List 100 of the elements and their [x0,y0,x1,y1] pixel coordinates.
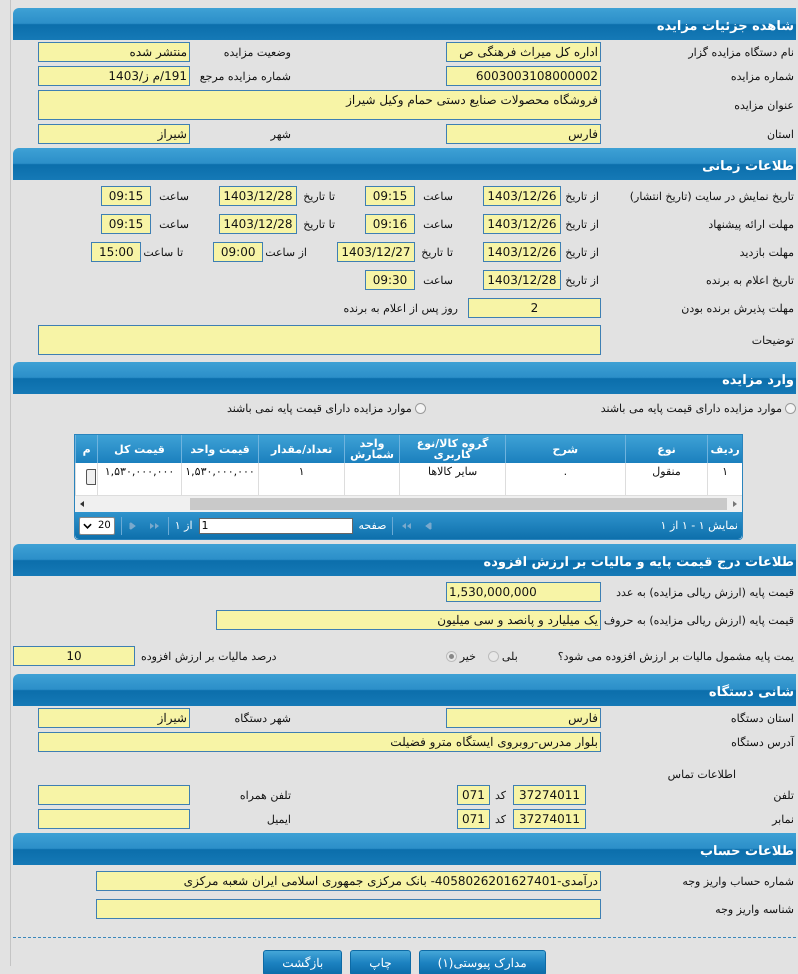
scrollbar-thumb[interactable] [190,498,727,510]
date-field[interactable]: 1403/12/28 [483,270,561,290]
area-code-field[interactable]: 071 [456,785,490,805]
table-cell: ۱ [298,465,305,478]
column-header: قیمت واحد [181,435,259,463]
field-label: تا تاریخ [302,190,336,202]
table-cell: ۱,۵۳۰,۰۰۰,۰۰۰ [104,465,174,478]
time-field[interactable]: 09:16 [365,214,415,234]
area-code-field[interactable]: 071 [456,809,490,829]
input-field[interactable]: 1,530,000,000 [446,582,601,602]
input-field[interactable]: 2 [468,298,601,318]
column-header: م [76,435,98,463]
radio-button[interactable] [446,650,457,662]
input-field[interactable]: 6003003108000002 [446,66,601,86]
column-header: تعداد/مقدار [258,435,344,463]
table-cell: ۱,۵۳۰,۰۰۰,۰۰۰ [185,465,255,478]
horizontal-scrollbar[interactable] [75,495,742,512]
input-field[interactable]: شیراز [38,124,190,144]
time-field[interactable]: 09:15 [101,214,151,234]
time-field[interactable]: 15:00 [91,242,142,262]
field-label: تاریخ اعلام به برنده [704,274,795,286]
page-count: از ۱ [174,519,193,532]
field-label: تا ساعت [143,246,184,258]
input-field[interactable]: 10 [13,646,135,666]
time-field[interactable]: 09:30 [365,270,415,290]
page-size-select[interactable]: 20 [79,516,115,534]
page-input[interactable]: 1 [198,518,353,534]
input-field[interactable]: یک میلیارد و پانصد و سی میلیون [216,610,601,630]
column-header: واحد شمارش [344,435,400,463]
phone-field[interactable]: 37274011 [513,809,586,829]
radio-label: خیر [460,650,476,662]
input-field[interactable]: 191/م ز/1403 [38,66,190,86]
input-field[interactable]: فارس [446,124,601,144]
input-field[interactable]: فروشگاه محصولات صنایع دستی حمام وکیل شیراز [38,90,601,120]
input-field[interactable]: منتشر شده [38,42,190,62]
column-header: قیمت کل [98,435,182,463]
date-field[interactable]: 1403/12/26 [483,242,561,262]
field-label: ساعت [422,190,454,202]
input-field[interactable]: اداره کل میراث فرهنگی ص [446,42,601,62]
scroll-right-icon[interactable] [731,500,739,508]
row-action-button[interactable] [86,469,96,485]
field-label: توضیحات [750,334,795,346]
date-field[interactable]: 1403/12/28 [219,214,297,234]
time-field[interactable]: 09:15 [101,186,151,206]
input-field[interactable] [96,899,601,919]
input-field[interactable] [38,785,190,805]
input-field[interactable]: فارس [446,708,601,728]
field-label: نمابر [770,812,795,826]
field-label: ایمیل [266,812,292,826]
radio-button[interactable] [488,650,499,662]
field-label: کد [494,788,507,802]
date-field[interactable]: 1403/12/28 [219,186,297,206]
radio-label: موارد مزایده دارای قیمت پایه نمی باشند [226,402,412,414]
field-label: وضعیت مزایده [222,46,292,58]
field-label: ساعت [158,218,190,230]
notes-field[interactable] [38,325,601,355]
column-header: گروه کالا/نوع کاربری [400,435,506,463]
radio-button[interactable] [414,402,426,414]
field-label: کد [494,812,507,826]
action-button[interactable]: مدارک پیوستی(۱) [418,950,546,974]
date-field[interactable]: 1403/12/26 [483,186,561,206]
field-label: ساعت [422,274,454,286]
table-cell: . [564,465,568,478]
field-label: از تاریخ [564,218,600,230]
action-button[interactable]: چاپ [350,950,411,974]
field-hint: روز پس از اعلام به برنده [343,302,459,314]
time-field[interactable]: 09:00 [213,242,264,262]
radio-label: بلی [502,650,518,662]
input-field[interactable]: بلوار مدرس-روبروی ایستگاه مترو فضیلت [38,732,601,752]
table-cell: سایر کالاها [428,465,478,478]
time-field[interactable]: 09:15 [365,186,415,206]
input-field[interactable]: درآمدی-4058026201627401- بانک مرکزی جمهوری اسلامی ایران شعبه مرکزی [96,871,601,891]
column-header: ردیف [708,435,742,463]
chevron-down-icon[interactable] [83,522,92,528]
field-label: از تاریخ [564,190,600,202]
field-label: مهلت پذیرش برنده بودن [680,302,795,314]
input-field[interactable] [38,809,190,829]
field-label: نام دستگاه مزایده گزار [686,46,795,58]
section-header: طلاعات حساب [13,833,796,865]
field-label: شناسه واریز وجه [714,902,795,916]
subsection-title: اطلاعات تماس [666,768,737,781]
field-label: تلفن همراه [238,788,292,802]
field-label: ساعت [422,218,454,230]
field-label: ساعت [158,190,190,202]
input-field[interactable]: شیراز [38,708,190,728]
date-field[interactable]: 1403/12/26 [483,214,561,234]
radio-label: موارد مزایده دارای قیمت پایه می باشند [600,402,782,414]
scroll-left-icon[interactable] [78,500,86,508]
page-summary: نمایش ۱ - ۱ از ۱ [660,519,738,532]
section-header: شاهده جزئیات مزایده [13,8,796,40]
table-cell: منقول [652,465,681,478]
action-button[interactable]: بازگشت [263,950,342,974]
radio-button[interactable] [785,402,796,414]
field-label: آدرس دستگاه [730,736,796,748]
field-label: شماره مزایده مرجع [198,70,292,82]
column-header: شرح [505,435,626,463]
column-header: نوع [625,435,708,463]
phone-field[interactable]: 37274011 [513,785,586,805]
date-field[interactable]: 1403/12/27 [337,242,415,262]
section-header: وارد مزایده [13,362,796,394]
